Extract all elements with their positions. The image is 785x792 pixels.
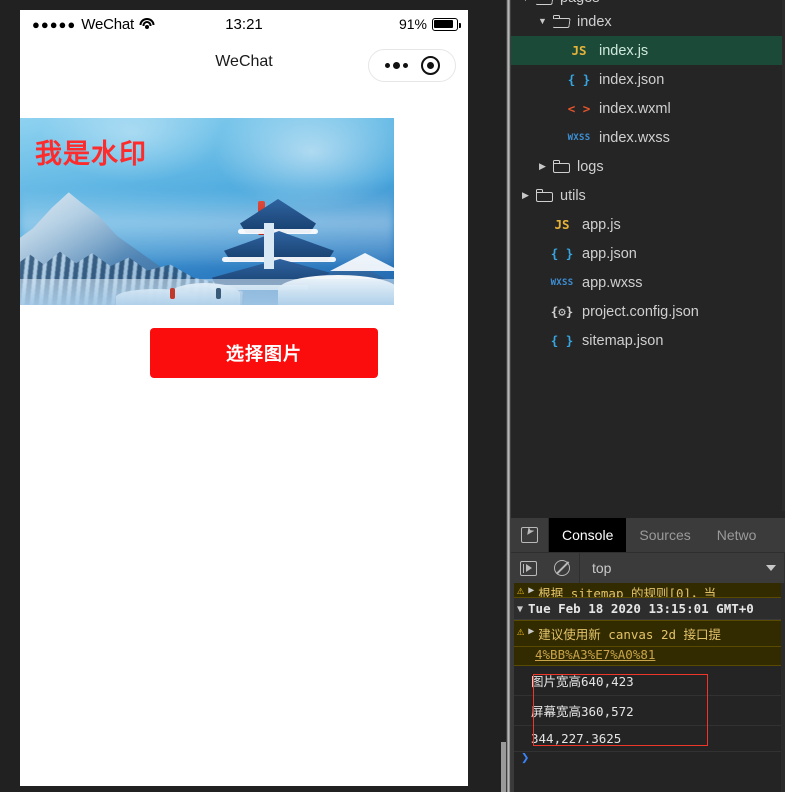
chevron-down-icon[interactable]: ▼ <box>536 17 549 26</box>
file-tree-item-label: app.wxss <box>582 274 643 291</box>
console-toolbar: top <box>511 552 785 583</box>
nav-bar: WeChat <box>20 38 468 94</box>
json-file-icon: { } <box>567 72 591 87</box>
clear-console-icon[interactable] <box>545 560 579 576</box>
more-dots-icon[interactable] <box>384 62 408 69</box>
chevron-right-icon[interactable]: ▶ <box>528 624 534 637</box>
file-tree-item-pages[interactable]: ▼ pages <box>511 0 785 7</box>
devtools-tab-bar: Console Sources Netwo <box>511 518 785 552</box>
chevron-right-icon[interactable]: ▶ <box>519 191 532 200</box>
file-tree-item-label: index.js <box>599 42 649 59</box>
file-tree-item-label: logs <box>577 158 604 175</box>
battery-percent-label: 91% <box>398 16 427 32</box>
json-file-icon: { } <box>550 246 574 261</box>
console-scrollbar[interactable] <box>781 583 785 792</box>
folder-icon <box>553 160 570 173</box>
wxss-file-icon: WXSS <box>550 277 574 288</box>
file-tree-item-index[interactable]: ▼ index <box>511 7 785 36</box>
capsule-menu[interactable] <box>368 49 456 82</box>
file-tree-item-sitemap-json[interactable]: { } sitemap.json <box>511 326 785 355</box>
console-warning-row: ⚠ ▶ 建议使用新 canvas 2d 接口提 <box>511 620 785 647</box>
file-tree-item-index-wxml[interactable]: < > index.wxml <box>511 94 785 123</box>
console-warning-link-row: 4%BB%A3%E7%A0%81 <box>511 647 785 666</box>
file-tree-item-label: index.wxml <box>599 100 671 117</box>
chevron-right-icon[interactable]: ▶ <box>528 583 534 596</box>
file-tree-item-label: app.json <box>582 245 637 262</box>
console-log-row: 屏幕宽高360,572 <box>511 696 785 726</box>
preview-image-container: 我是水印 <box>20 118 394 305</box>
console-group-header: ▼ Tue Feb 18 2020 13:15:01 GMT+0 <box>511 598 785 620</box>
json-file-icon: { } <box>550 333 574 348</box>
simulator-panel: ●●●●● WeChat 13:21 91% WeChat 我是水印 选择图片 <box>0 0 506 792</box>
tab-sources[interactable]: Sources <box>626 518 703 552</box>
config-file-icon: {⚙} <box>550 304 574 319</box>
snowy-mountain-pagoda-photo: 我是水印 <box>20 118 394 305</box>
file-tree-item-index-js[interactable]: JS index.js <box>511 36 785 65</box>
chevron-down-icon[interactable] <box>766 565 776 571</box>
folder-icon <box>536 189 553 202</box>
file-tree[interactable]: ▼ pages ▼ index JS index.js { } index.json < > in… <box>511 0 785 511</box>
file-tree-item-index-json[interactable]: { } index.json <box>511 65 785 94</box>
file-tree-item-app-json[interactable]: { } app.json <box>511 239 785 268</box>
console-warning-link[interactable]: 4%BB%A3%E7%A0%81 <box>535 647 655 662</box>
phone-preview: ●●●●● WeChat 13:21 91% WeChat 我是水印 选择图片 <box>20 10 468 786</box>
folder-open-icon <box>552 15 571 28</box>
pick-image-button[interactable]: 选择图片 <box>150 328 378 378</box>
file-tree-item-index-wxss[interactable]: WXSS index.wxss <box>511 123 785 152</box>
console-messages: ⚠ ▶ 根据 sitemap 的规则[0]，当 ▼ Tue Feb 18 2020 13… <box>511 583 785 792</box>
app-root: ●●●●● WeChat 13:21 91% WeChat 我是水印 选择图片 … <box>0 0 785 792</box>
file-tree-item-app-wxss[interactable]: WXSS app.wxss <box>511 268 785 297</box>
chevron-right-icon[interactable]: ▶ <box>536 162 549 171</box>
devtools-panel: ▼ pages ▼ index JS index.js { } index.json < > in… <box>511 0 785 792</box>
wxss-file-icon: WXSS <box>567 132 591 143</box>
watermark-text: 我是水印 <box>35 139 147 170</box>
console-context-value: top <box>592 560 612 576</box>
js-file-icon: JS <box>571 43 587 58</box>
console-context-select[interactable]: top <box>579 553 784 583</box>
warning-triangle-icon: ⚠ <box>517 624 525 638</box>
chevron-down-icon[interactable]: ▼ <box>519 0 532 3</box>
folder-open-icon <box>535 0 554 5</box>
target-circle-icon[interactable] <box>420 56 440 75</box>
console-warning-text: 根据 sitemap 的规则[0]，当 <box>538 586 717 598</box>
file-tree-item-project-config-json[interactable]: {⚙} project.config.json <box>511 297 785 326</box>
simulator-scrollbar[interactable] <box>501 742 506 792</box>
tab-network[interactable]: Netwo <box>704 518 770 552</box>
status-bar: ●●●●● WeChat 13:21 91% <box>20 10 468 38</box>
js-file-icon: JS <box>554 217 570 232</box>
console-log-row: 图片宽高640,423 <box>511 666 785 696</box>
file-tree-item-label: sitemap.json <box>582 332 664 349</box>
console-warning-text: 建议使用新 canvas 2d 接口提 <box>538 627 722 642</box>
wxml-file-icon: < > <box>567 101 591 116</box>
file-tree-item-label: index.wxss <box>599 129 670 146</box>
console-prompt-icon[interactable]: ❯ <box>521 750 529 766</box>
file-tree-item-logs[interactable]: ▶ logs <box>511 152 785 181</box>
inspect-element-icon[interactable] <box>511 518 549 552</box>
warning-triangle-icon: ⚠ <box>517 583 525 597</box>
execute-script-icon[interactable] <box>511 560 545 576</box>
console-log-row: 344,227.3625 <box>511 726 785 752</box>
file-tree-item-label: pages <box>560 0 600 6</box>
file-tree-item-label: utils <box>560 187 586 204</box>
file-tree-item-utils[interactable]: ▶ utils <box>511 181 785 210</box>
file-tree-item-label: project.config.json <box>582 303 699 320</box>
file-tree-item-app-js[interactable]: JS app.js <box>511 210 785 239</box>
file-tree-item-label: index.json <box>599 71 665 88</box>
file-tree-item-label: index <box>577 13 612 30</box>
chevron-down-icon[interactable]: ▼ <box>517 602 523 615</box>
console-warning-row: ⚠ ▶ 根据 sitemap 的规则[0]，当 <box>511 583 785 598</box>
file-tree-item-label: app.js <box>582 216 621 233</box>
battery-icon <box>432 17 462 31</box>
console-group-text: Tue Feb 18 2020 13:15:01 GMT+0 <box>528 601 754 616</box>
status-bar-right: 91% <box>398 16 462 32</box>
tab-console[interactable]: Console <box>549 518 627 552</box>
